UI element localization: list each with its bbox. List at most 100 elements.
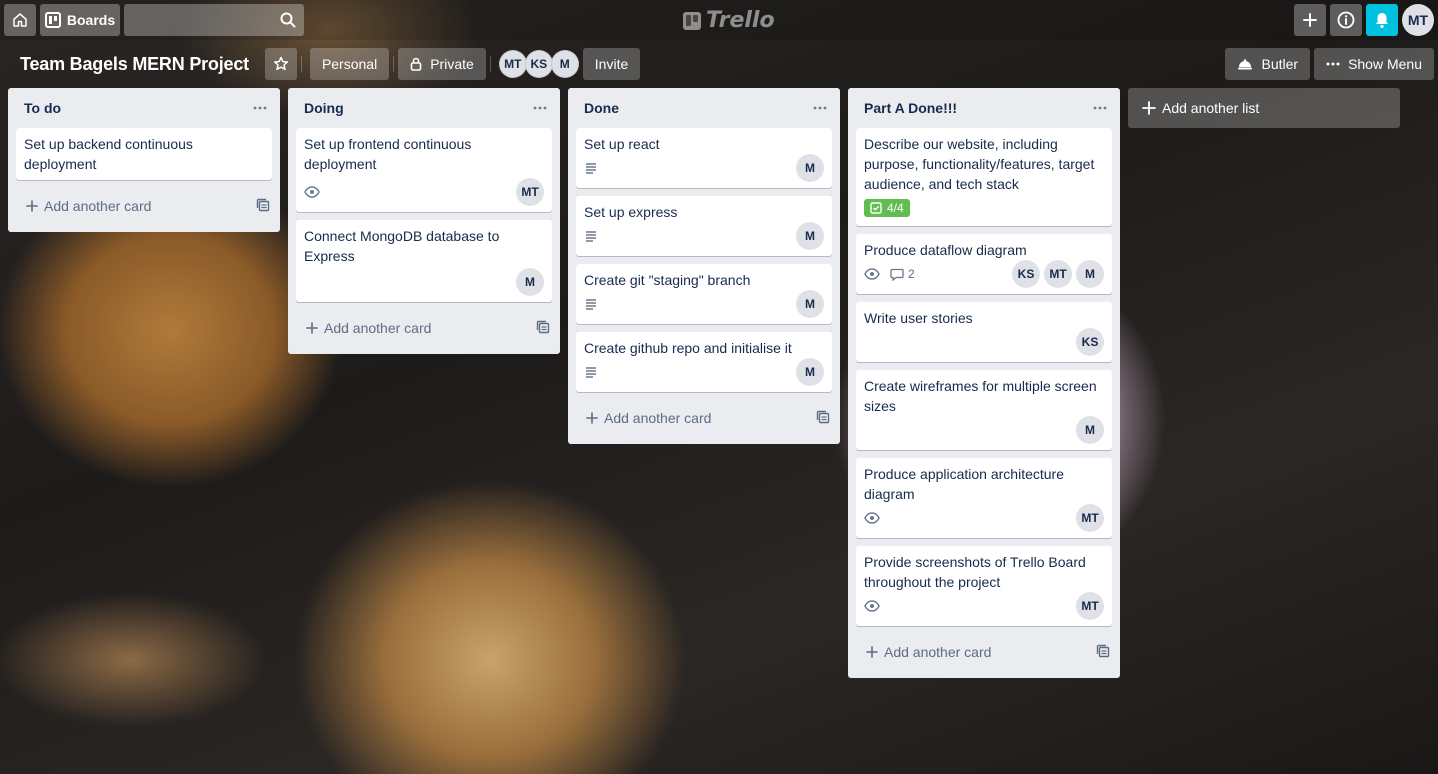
card-members: M (1076, 416, 1104, 444)
star-button[interactable] (264, 48, 297, 80)
card-title: Connect MongoDB database to Express (304, 228, 500, 264)
add-card-button[interactable]: Add another card (306, 320, 431, 336)
personal-button[interactable]: Personal (309, 48, 390, 80)
card[interactable]: Create wireframes for multiple screen si… (856, 370, 1112, 450)
add-card-button[interactable]: Add another card (586, 410, 711, 426)
member-avatar[interactable]: KS (1076, 328, 1104, 356)
member-avatar[interactable]: M (796, 222, 824, 250)
create-button[interactable] (1294, 4, 1326, 36)
member-avatar[interactable]: MT (516, 178, 544, 206)
card-members: MT (1076, 592, 1104, 620)
description-icon (584, 366, 598, 378)
member-avatar[interactable]: M (1076, 260, 1104, 288)
template-icon[interactable] (1096, 644, 1110, 661)
show-menu-button[interactable]: Show Menu (1314, 48, 1434, 80)
card-title: Create github repo and initialise it (584, 340, 792, 356)
card-badges (584, 162, 598, 174)
card-list: Set up frontend continuous deployment MT… (288, 128, 560, 302)
member-avatar[interactable]: M (1076, 416, 1104, 444)
boards-icon (44, 12, 61, 28)
card-title: Write user stories (864, 310, 973, 326)
member-avatar[interactable]: M (550, 50, 579, 78)
card[interactable]: Produce application architecture diagram… (856, 458, 1112, 538)
card-members: M (796, 358, 824, 386)
card-footer: M (864, 416, 1104, 444)
boards-button[interactable]: Boards (40, 4, 120, 36)
more-icon[interactable] (808, 96, 832, 120)
template-icon[interactable] (536, 320, 550, 337)
member-avatar[interactable]: MT (1044, 260, 1072, 288)
card[interactable]: Set up frontend continuous deployment MT (296, 128, 552, 212)
notifications-button[interactable] (1366, 4, 1398, 36)
add-card-button[interactable]: Add another card (26, 198, 151, 214)
more-icon[interactable] (1088, 96, 1112, 120)
member-avatar[interactable]: KS (524, 50, 553, 78)
more-icon[interactable] (528, 96, 552, 120)
search-box (124, 4, 304, 36)
card-list: Describe our website, including purpose,… (848, 128, 1120, 626)
list-title[interactable]: Done (584, 100, 619, 116)
card-badges (304, 186, 320, 198)
card[interactable]: Produce dataflow diagram 2 KS MT M (856, 234, 1112, 294)
board-title[interactable]: Team Bagels MERN Project (12, 48, 257, 80)
member-avatar[interactable]: MT (498, 50, 527, 78)
add-list-button[interactable]: Add another list (1128, 88, 1400, 128)
plus-icon (1302, 12, 1318, 28)
template-icon[interactable] (256, 198, 270, 215)
member-avatar[interactable]: M (796, 154, 824, 182)
private-label: Private (430, 56, 474, 72)
list-title[interactable]: To do (24, 100, 61, 116)
card[interactable]: Set up backend continuous deployment (16, 128, 272, 180)
list-header: Doing (288, 88, 560, 128)
add-card-row: Add another card (288, 310, 560, 350)
divider (300, 56, 302, 72)
comment-count: 2 (908, 267, 915, 281)
search-input[interactable] (124, 4, 304, 36)
user-avatar[interactable]: MT (1402, 4, 1434, 36)
card[interactable]: Connect MongoDB database to Express M (296, 220, 552, 302)
member-avatar[interactable]: M (516, 268, 544, 296)
card-members: KS (1076, 328, 1104, 356)
add-card-row: Add another card (848, 634, 1120, 674)
card[interactable]: Write user stories KS (856, 302, 1112, 362)
card[interactable]: Provide screenshots of Trello Board thro… (856, 546, 1112, 626)
member-avatar[interactable]: MT (1076, 592, 1104, 620)
divider (393, 56, 395, 72)
description-icon (584, 162, 598, 174)
template-icon[interactable] (816, 410, 830, 427)
search-icon[interactable] (280, 12, 296, 28)
member-avatar[interactable]: M (796, 358, 824, 386)
list-title[interactable]: Part A Done!!! (864, 100, 957, 116)
add-card-button[interactable]: Add another card (866, 644, 991, 660)
info-button[interactable] (1330, 4, 1362, 36)
card-footer: MT (864, 504, 1104, 532)
card[interactable]: Set up react M (576, 128, 832, 188)
more-icon[interactable] (248, 96, 272, 120)
plus-icon (26, 200, 38, 212)
trello-logo[interactable]: Trello (683, 8, 775, 33)
member-avatar[interactable]: M (796, 290, 824, 318)
home-button[interactable] (4, 4, 36, 36)
card-title: Set up express (584, 204, 678, 220)
private-button[interactable]: Private (398, 48, 486, 80)
lock-icon (410, 57, 422, 71)
card-footer: MT (864, 592, 1104, 620)
plus-icon (866, 646, 878, 658)
card-badges (584, 366, 598, 378)
butler-button[interactable]: Butler (1225, 48, 1311, 80)
card-title: Produce dataflow diagram (864, 242, 1027, 258)
trello-logo-icon (683, 11, 701, 30)
card-badges (584, 298, 598, 310)
butler-label: Butler (1261, 56, 1299, 72)
card-title: Create git "staging" branch (584, 272, 751, 288)
member-avatar[interactable]: KS (1012, 260, 1040, 288)
card-footer: M (584, 290, 824, 318)
list-title[interactable]: Doing (304, 100, 344, 116)
card[interactable]: Create git "staging" branch M (576, 264, 832, 324)
card[interactable]: Describe our website, including purpose,… (856, 128, 1112, 226)
card[interactable]: Set up express M (576, 196, 832, 256)
card[interactable]: Create github repo and initialise it M (576, 332, 832, 392)
list-to-do: To do Set up backend continuous deployme… (8, 88, 280, 232)
invite-button[interactable]: Invite (582, 48, 641, 80)
member-avatar[interactable]: MT (1076, 504, 1104, 532)
